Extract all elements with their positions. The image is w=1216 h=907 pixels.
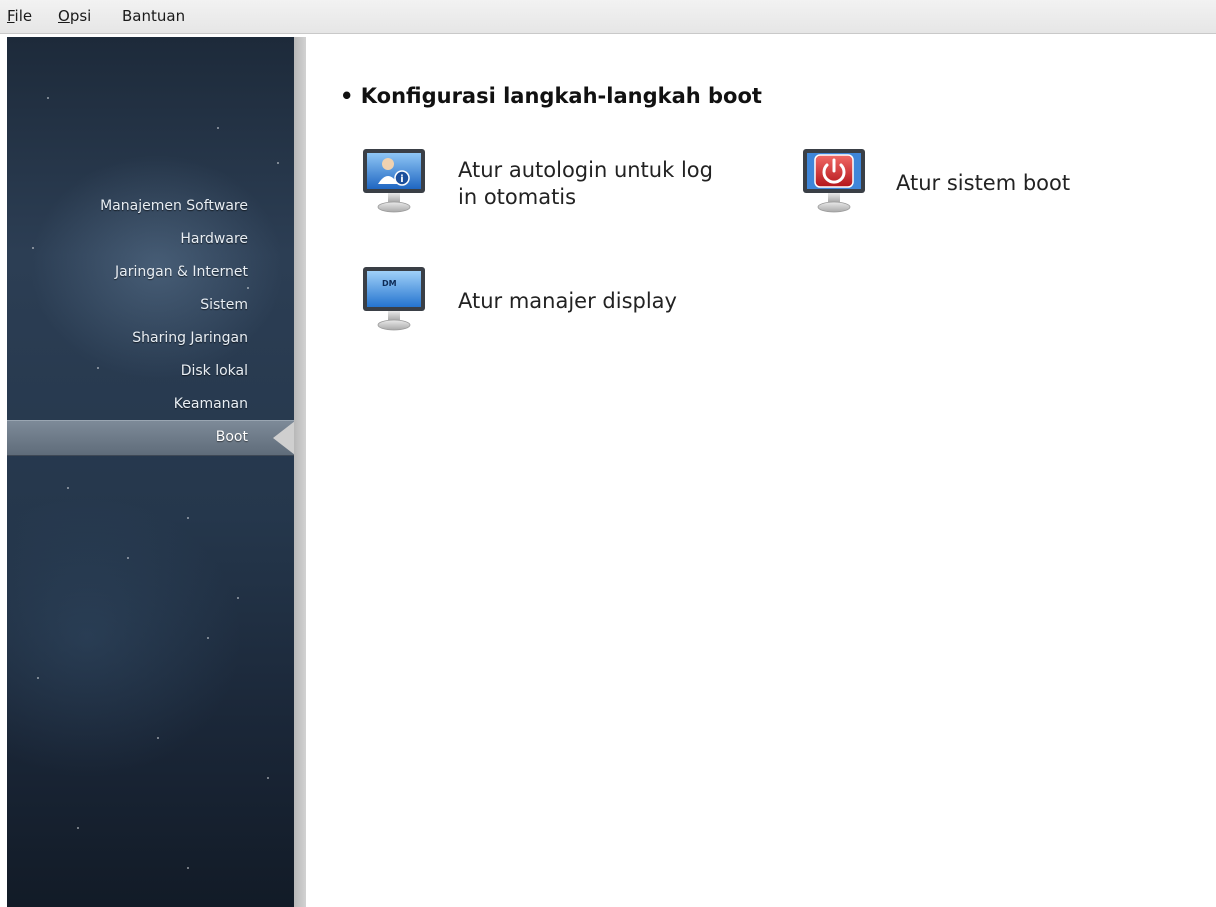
dm-monitor-icon: DM — [363, 267, 425, 331]
tool-autologin[interactable]: i Atur autologin untuk log in otomatis — [358, 146, 758, 226]
tool-display-manager-label: Atur manajer display — [458, 289, 677, 313]
sidebar-item-sistem[interactable]: Sistem — [200, 297, 248, 313]
tool-display-manager[interactable]: DM Atur manajer display — [358, 264, 758, 344]
sidebar-item-boot-label: Boot — [215, 429, 248, 445]
sidebar-scrollbar[interactable] — [294, 37, 306, 907]
sidebar-item-jaringan-internet[interactable]: Jaringan & Internet — [115, 264, 248, 280]
dm-icon-text: DM — [382, 279, 397, 288]
menu-file[interactable]: File — [7, 7, 32, 25]
sidebar-item-boot[interactable]: Boot — [7, 420, 294, 456]
tool-boot-system-label: Atur sistem boot — [896, 171, 1071, 195]
category-sidebar: Manajemen Software Hardware Jaringan & I… — [7, 37, 294, 907]
sidebar-item-manajemen-software[interactable]: Manajemen Software — [100, 198, 248, 214]
sidebar-item-disk-lokal[interactable]: Disk lokal — [181, 363, 248, 379]
menu-bar: File Opsi Bantuan — [0, 0, 1216, 34]
menu-bantuan[interactable]: Bantuan — [122, 7, 185, 25]
sidebar-item-keamanan[interactable]: Keamanan — [174, 396, 248, 412]
user-info-monitor-icon: i — [363, 149, 425, 213]
sidebar-item-sharing-jaringan[interactable]: Sharing Jaringan — [132, 330, 248, 346]
sidebar-item-hardware[interactable]: Hardware — [180, 231, 248, 247]
selection-pointer — [273, 421, 294, 455]
svg-text:i: i — [400, 174, 403, 185]
tool-boot-system[interactable]: Atur sistem boot — [798, 146, 1128, 226]
power-monitor-icon — [803, 149, 865, 213]
menu-opsi[interactable]: Opsi — [58, 7, 91, 25]
tool-autologin-label-line2: in otomatis — [458, 185, 577, 209]
tool-autologin-label-line1: Atur autologin untuk log — [458, 158, 713, 182]
section-title: • Konfigurasi langkah-langkah boot — [340, 84, 762, 108]
